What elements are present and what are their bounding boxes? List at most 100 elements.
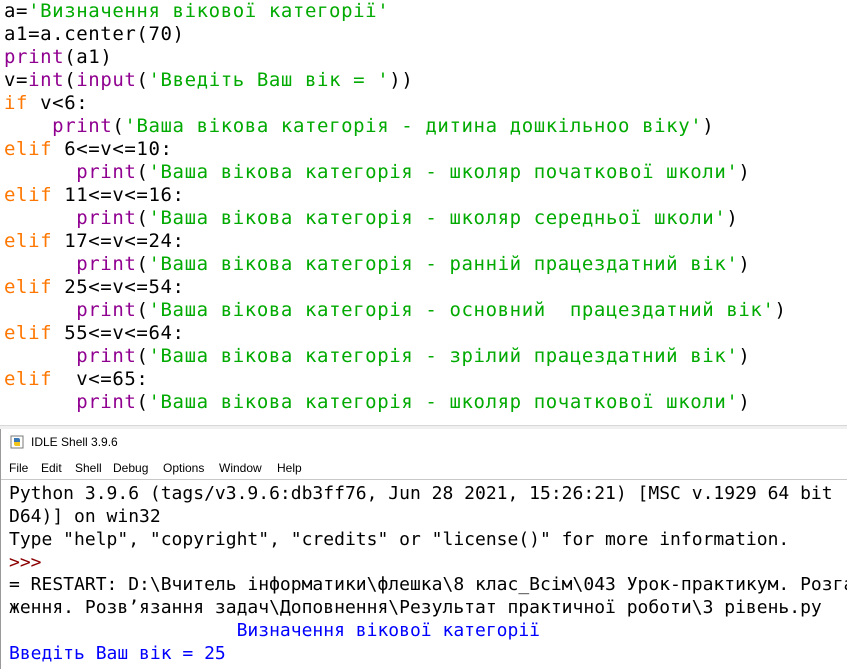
code-string: 'Введіть Ваш вік = ' xyxy=(148,69,390,91)
code-keyword: elif xyxy=(4,184,53,206)
code-text: a1=a.center(70) xyxy=(4,23,185,45)
code-builtin: print xyxy=(4,46,65,68)
code-string: 'Ваша вікова категорія - ранній працезда… xyxy=(148,253,739,275)
code-line: elif 6<=v<=10: xyxy=(4,138,173,161)
code-text: ) xyxy=(738,391,751,413)
code-keyword: elif xyxy=(4,276,53,298)
code-line: a='Визначення вікової категорії' xyxy=(4,0,389,23)
menu-file[interactable]: File xyxy=(9,461,28,475)
code-keyword: elif xyxy=(4,322,53,344)
code-string: 'Ваша вікова категорія - основний працез… xyxy=(148,299,775,321)
menu-help[interactable]: Help xyxy=(277,461,302,475)
menu-debug[interactable]: Debug xyxy=(113,461,148,475)
code-line: elif 11<=v<=16: xyxy=(4,184,185,207)
code-text: ) xyxy=(738,345,751,367)
code-line: print('Ваша вікова категорія - школяр по… xyxy=(4,391,750,414)
code-text: 25<=v<=54: xyxy=(52,276,185,298)
code-line: if v<6: xyxy=(4,92,88,115)
code-line: print(a1) xyxy=(4,46,112,69)
shell-line: Python 3.9.6 (tags/v3.9.6:db3ff76, Jun 2… xyxy=(9,483,847,504)
shell-prompt: >>> xyxy=(9,552,53,573)
shell-line: D64)] on win32 xyxy=(9,506,161,527)
code-line: print('Ваша вікова категорія - школяр се… xyxy=(4,207,738,230)
shell-input-line[interactable]: Введіть Ваш вік = 25 xyxy=(9,642,226,665)
code-string: 'Визначення вікової категорії' xyxy=(28,0,390,22)
code-line: print('Ваша вікова категорія - школяр по… xyxy=(4,161,750,184)
code-line: print('Ваша вікова категорія - дитина до… xyxy=(4,115,714,138)
code-line: print('Ваша вікова категорія - основний … xyxy=(4,299,787,322)
code-line: a1=a.center(70) xyxy=(4,23,185,46)
code-builtin: print xyxy=(76,253,137,275)
code-builtin: int xyxy=(28,69,65,91)
code-string: 'Ваша вікова категорія - школяр початков… xyxy=(148,391,739,413)
code-string: 'Ваша вікова категорія - зрілий працезда… xyxy=(148,345,739,367)
code-string: 'Ваша вікова категорія - школяр середньо… xyxy=(148,207,727,229)
code-line: elif v<=65: xyxy=(4,368,148,391)
code-builtin: print xyxy=(76,207,137,229)
code-string: 'Ваша вікова категорія - школяр початков… xyxy=(148,161,739,183)
code-text: ( xyxy=(64,69,77,91)
code-text: ( xyxy=(136,161,149,183)
idle-shell-window: IDLE Shell 3.9.6 File Edit Shell Debug O… xyxy=(0,429,847,670)
code-text: ( xyxy=(136,69,149,91)
code-text: ) xyxy=(738,161,751,183)
code-text: ( xyxy=(112,115,125,137)
shell-line: ження. Розв’язання задач\Доповнення\Резу… xyxy=(9,597,822,618)
code-text: ( xyxy=(136,253,149,275)
shell-title: IDLE Shell 3.9.6 xyxy=(31,435,118,449)
shell-titlebar[interactable]: IDLE Shell 3.9.6 xyxy=(1,429,847,456)
code-keyword: elif xyxy=(4,230,53,252)
code-builtin: print xyxy=(76,161,137,183)
code-editor[interactable]: a='Визначення вікової категорії' a1=a.cen… xyxy=(0,0,847,425)
code-text: ) xyxy=(774,299,787,321)
shell-line: = RESTART: D:\Вчитель інформатики\флешка… xyxy=(9,574,847,595)
code-string: 'Ваша вікова категорія - дитина дошкільн… xyxy=(124,115,703,137)
menu-options[interactable]: Options xyxy=(163,461,204,475)
menu-window[interactable]: Window xyxy=(219,461,262,475)
shell-menubar: File Edit Shell Debug Options Window Hel… xyxy=(1,459,847,478)
code-text: ( xyxy=(136,345,149,367)
code-text: )) xyxy=(389,69,414,91)
code-builtin: print xyxy=(52,115,113,137)
code-builtin: print xyxy=(76,299,137,321)
code-text: a= xyxy=(4,0,29,22)
code-text: 17<=v<=24: xyxy=(52,230,185,252)
code-text: ) xyxy=(738,253,751,275)
idle-python-icon xyxy=(10,435,24,449)
code-text: ) xyxy=(726,207,739,229)
shell-line: Type "help", "copyright", "credits" or "… xyxy=(9,529,790,550)
code-line: v=int(input('Введіть Ваш вік = ')) xyxy=(4,69,413,92)
code-line: print('Ваша вікова категорія - зрілий пр… xyxy=(4,345,750,368)
menu-edit[interactable]: Edit xyxy=(41,461,62,475)
code-text: ( xyxy=(136,391,149,413)
code-text: 6<=v<=10: xyxy=(52,138,173,160)
code-line: elif 25<=v<=54: xyxy=(4,276,185,299)
shell-output[interactable]: Python 3.9.6 (tags/v3.9.6:db3ff76, Jun 2… xyxy=(1,479,847,670)
code-text: v<6: xyxy=(28,92,89,114)
code-keyword: elif xyxy=(4,368,53,390)
code-text: ( xyxy=(136,207,149,229)
menu-shell[interactable]: Shell xyxy=(75,461,102,475)
code-text: v= xyxy=(4,69,29,91)
code-builtin: input xyxy=(76,69,137,91)
shell-stdout-line: Визначення вікової категорії xyxy=(9,620,541,641)
code-text: v<=65: xyxy=(52,368,149,390)
code-text: 55<=v<=64: xyxy=(52,322,185,344)
code-line: elif 55<=v<=64: xyxy=(4,322,185,345)
code-text: ) xyxy=(702,115,715,137)
code-text: ( xyxy=(136,299,149,321)
code-keyword: elif xyxy=(4,138,53,160)
code-keyword: if xyxy=(4,92,29,114)
code-line: print('Ваша вікова категорія - ранній пр… xyxy=(4,253,750,276)
code-text: (a1) xyxy=(64,46,113,68)
code-line: elif 17<=v<=24: xyxy=(4,230,185,253)
code-builtin: print xyxy=(76,345,137,367)
code-builtin: print xyxy=(76,391,137,413)
